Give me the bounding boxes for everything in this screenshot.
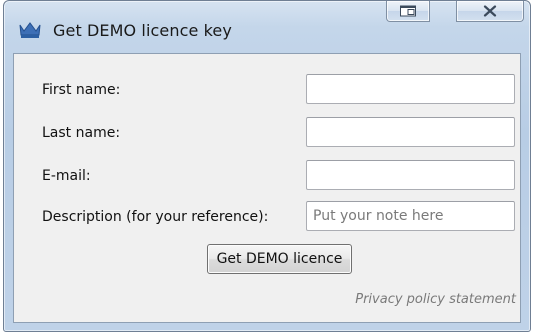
dialog-body: First name: Last name: E-mail: Descripti… xyxy=(13,53,521,323)
email-field[interactable] xyxy=(306,160,515,190)
get-demo-licence-button[interactable]: Get DEMO licence xyxy=(207,244,352,274)
close-button[interactable] xyxy=(456,1,524,22)
description-label: Description (for your reference): xyxy=(42,209,269,225)
restore-button[interactable] xyxy=(386,1,430,22)
privacy-policy-link[interactable]: Privacy policy statement xyxy=(355,292,516,307)
window-title: Get DEMO licence key xyxy=(53,21,232,40)
last-name-label: Last name: xyxy=(42,125,121,141)
licence-dialog: Get DEMO licence key First name: Last na… xyxy=(3,0,531,332)
first-name-label: First name: xyxy=(42,82,121,98)
email-label: E-mail: xyxy=(42,168,91,184)
last-name-field[interactable] xyxy=(306,117,515,147)
description-field[interactable] xyxy=(306,201,515,231)
first-name-field[interactable] xyxy=(306,74,515,104)
crown-icon xyxy=(18,21,42,39)
title-bar[interactable]: Get DEMO licence key xyxy=(4,1,530,53)
